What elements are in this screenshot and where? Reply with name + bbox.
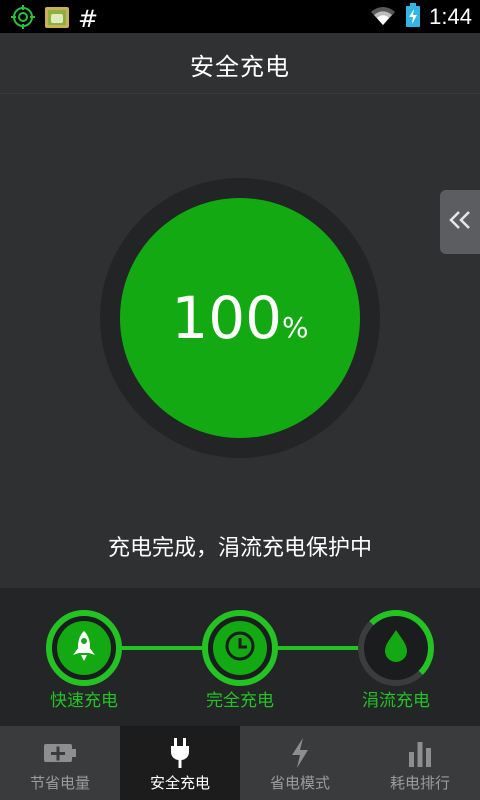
wifi-icon bbox=[369, 3, 397, 31]
battery-plus-icon bbox=[43, 738, 77, 768]
clock-icon bbox=[223, 629, 257, 667]
bar-chart-icon bbox=[407, 738, 433, 768]
status-bar: # 1:44 bbox=[0, 0, 480, 33]
stage-connector-1 bbox=[120, 646, 204, 650]
lightning-icon bbox=[289, 738, 311, 768]
tab-power-mode[interactable]: 省电模式 bbox=[240, 726, 360, 800]
status-bar-notifications: # bbox=[10, 4, 98, 34]
drop-icon bbox=[381, 628, 411, 668]
tab-safe-charge-label: 安全充电 bbox=[149, 774, 210, 792]
plug-icon bbox=[167, 738, 193, 768]
stage-fast-charge bbox=[46, 610, 122, 686]
battery-charging-icon bbox=[405, 2, 421, 32]
stage-connector-2 bbox=[276, 646, 360, 650]
android-icon bbox=[44, 4, 70, 34]
rocket-icon bbox=[69, 629, 99, 667]
stage-trickle-charge-label: 涓流充电 bbox=[362, 691, 430, 711]
tab-usage-ranking[interactable]: 耗电排行 bbox=[360, 726, 480, 800]
charge-panel: 100 % 充电完成，涓流充电保护中 bbox=[0, 94, 480, 588]
charge-stages: 快速充电 完全充电 涓流充电 bbox=[0, 588, 480, 726]
charge-percent-unit: % bbox=[282, 310, 309, 344]
stage-trickle-charge bbox=[358, 610, 434, 686]
tab-safe-charge[interactable]: 安全充电 bbox=[120, 726, 240, 800]
tab-save-power-label: 节省电量 bbox=[29, 774, 90, 792]
hash-icon: # bbox=[78, 5, 99, 33]
status-bar-system: 1:44 bbox=[369, 2, 472, 32]
status-time: 1:44 bbox=[429, 4, 472, 29]
charge-status-message: 充电完成，涓流充电保护中 bbox=[107, 536, 372, 561]
charge-percent: 100 bbox=[171, 284, 283, 352]
stage-fast-charge-label: 快速充电 bbox=[50, 691, 118, 711]
tab-save-power[interactable]: 节省电量 bbox=[0, 726, 120, 800]
tab-power-mode-label: 省电模式 bbox=[269, 774, 330, 792]
bottom-tab-bar: 节省电量 安全充电 省电模式 耗电排行 bbox=[0, 726, 480, 800]
charge-ring: 100 % bbox=[100, 178, 380, 458]
title-bar: 安全充电 bbox=[0, 33, 480, 94]
target-icon bbox=[10, 4, 36, 34]
stage-full-charge bbox=[202, 610, 278, 686]
side-drawer-handle[interactable] bbox=[440, 190, 480, 254]
page-title: 安全充电 bbox=[190, 53, 290, 81]
tab-usage-ranking-label: 耗电排行 bbox=[389, 774, 450, 792]
charge-circle: 100 % bbox=[120, 198, 360, 438]
stage-full-charge-label: 完全充电 bbox=[206, 691, 274, 711]
double-chevron-left-icon bbox=[447, 209, 473, 235]
